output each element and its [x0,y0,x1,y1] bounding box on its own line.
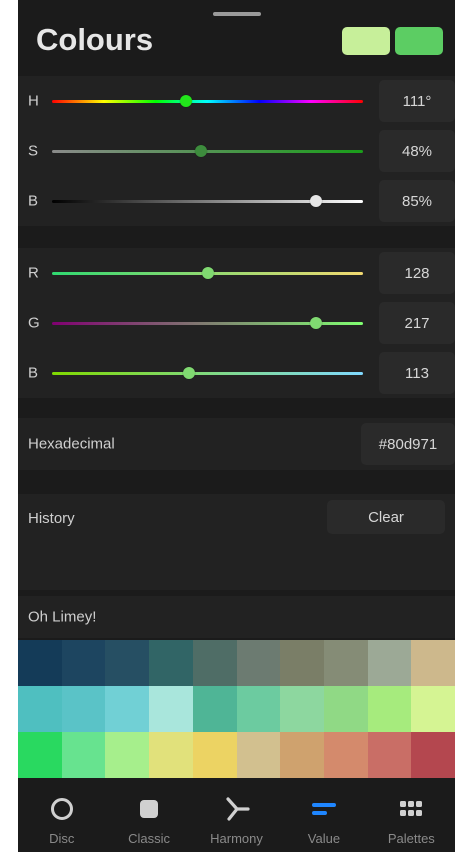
green-slider-thumb[interactable] [310,317,323,329]
palette-swatch[interactable] [367,686,412,732]
current-colour-swatch[interactable] [342,27,390,55]
green-value-field[interactable]: 217 [379,302,455,344]
palette-swatch[interactable] [411,640,455,686]
history-label: History [28,510,75,527]
red-label: R [28,264,39,282]
palette-swatch[interactable] [149,686,193,732]
hue-value-field[interactable]: 111° [379,80,455,122]
palettes-icon [398,797,424,821]
palette-name: Oh Limey! [28,608,97,626]
blue-value-field[interactable]: 113 [379,352,455,394]
tab-disc[interactable]: Disc [18,782,105,852]
brightness-label: B [28,192,39,210]
palette-swatch[interactable] [323,640,368,686]
history-section: History Clear [18,494,455,590]
green-row: G 217 [18,298,455,348]
palette-swatch[interactable] [61,686,106,732]
palette-swatch[interactable] [367,732,412,778]
hue-label: H [28,92,39,110]
palette-swatch[interactable] [323,686,368,732]
palette-swatch[interactable] [236,732,281,778]
saturation-label: S [28,142,39,160]
tab-label: Palettes [387,831,435,846]
tab-label: Disc [49,831,75,846]
palette-swatch[interactable] [236,686,281,732]
palette-swatch[interactable] [280,686,324,732]
tab-value[interactable]: Value [280,782,367,852]
palette-swatch[interactable] [411,732,455,778]
blue-row: B 113 [18,348,455,398]
hexadecimal-label: Hexadecimal [28,435,115,453]
hue-row: H 111° [18,76,455,126]
drag-handle[interactable] [213,12,261,16]
tab-label: Value [307,831,341,846]
saturation-value-field[interactable]: 48% [379,130,455,172]
palette-swatch[interactable] [18,640,62,686]
value-icon [310,797,338,821]
classic-icon [137,797,161,821]
palette-swatch[interactable] [18,686,62,732]
saturation-row: S 48% [18,126,455,176]
blue-slider-thumb[interactable] [182,367,195,379]
palette-swatch[interactable] [192,732,237,778]
palette-swatch[interactable] [149,732,193,778]
brightness-row: B 85% [18,176,455,226]
rgb-section: R 128 G 217 B 113 [18,248,455,398]
palette-swatch[interactable] [61,732,106,778]
palette-swatch[interactable] [411,686,455,732]
tab-label: Harmony [210,831,263,846]
palette-swatch[interactable] [18,732,62,778]
clear-history-button[interactable]: Clear [327,500,445,534]
palette-swatch[interactable] [105,732,150,778]
brightness-value-field[interactable]: 85% [379,180,455,222]
palette-swatch[interactable] [280,732,324,778]
palette-swatch[interactable] [149,640,193,686]
saturation-slider-thumb[interactable] [195,145,208,157]
tab-harmony[interactable]: Harmony [193,782,280,852]
palette-name-bar: Oh Limey! [18,596,455,638]
disc-icon [50,797,74,821]
hsb-section: H 111° S 48% B 85% [18,76,455,226]
harmony-icon [224,797,250,821]
palette-swatch[interactable] [323,732,368,778]
palette-swatch[interactable] [236,640,281,686]
palette-swatch[interactable] [192,686,237,732]
hue-slider-thumb[interactable] [179,95,192,107]
red-slider-thumb[interactable] [201,267,214,279]
palette-grid [18,640,455,778]
palette-swatch[interactable] [192,640,237,686]
saturation-slider-track[interactable] [52,149,363,153]
colours-panel: Colours H 111° S 48% B 85% R 128 G 217 B… [18,0,455,852]
tab-palettes[interactable]: Palettes [368,782,455,852]
red-row: R 128 [18,248,455,298]
palette-swatch[interactable] [367,640,412,686]
previous-colour-swatch[interactable] [395,27,443,55]
red-value-field[interactable]: 128 [379,252,455,294]
green-label: G [28,314,40,332]
hexadecimal-row: Hexadecimal #80d971 [18,418,455,470]
palette-swatch[interactable] [61,640,106,686]
palette-swatch[interactable] [280,640,324,686]
hue-slider-track[interactable] [52,99,363,103]
tab-bar: Disc Classic Harmony Value Palettes [18,782,455,852]
hexadecimal-field[interactable]: #80d971 [361,423,455,465]
brightness-slider-thumb[interactable] [310,195,323,207]
palette-swatch[interactable] [105,640,150,686]
blue-slider-track[interactable] [52,371,363,375]
tab-label: Classic [128,831,171,846]
blue-label: B [28,364,39,382]
palette-swatch[interactable] [105,686,150,732]
tab-classic[interactable]: Classic [105,782,192,852]
panel-title: Colours [36,22,154,57]
